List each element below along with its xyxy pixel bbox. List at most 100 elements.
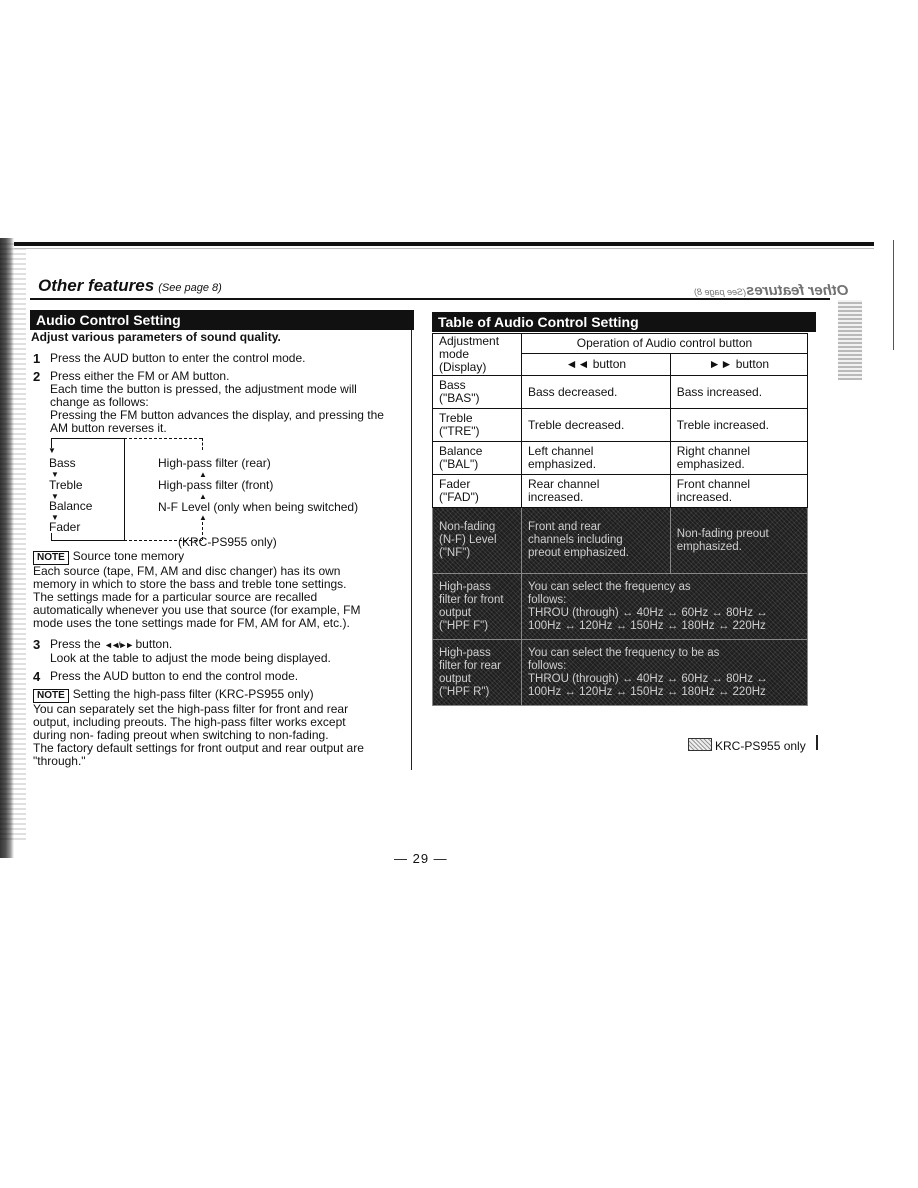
cell-text: Treble decreased. [528, 417, 625, 432]
step-number: 1 [33, 351, 41, 366]
table-row-krc-only: High-pass filter for rear output ("HPF R") … [432, 639, 808, 706]
cell-text: Bass decreased. [528, 384, 618, 399]
next-cell: Non-fading preout emphasized. [669, 507, 809, 574]
flow-item-balance: Balance [49, 499, 93, 513]
note-text: mode uses the tone settings made for FM,… [33, 616, 350, 630]
arrow-down-icon: ▼ [48, 446, 56, 455]
cell-text: follows: [528, 659, 567, 672]
cell-text: emphasized. [676, 540, 742, 553]
flow-item-treble: Treble [49, 478, 83, 492]
table-row-krc-only: Non-fading (N-F) Level ("NF") Front and re… [432, 507, 809, 574]
note-badge: NOTE [33, 551, 69, 565]
note-title: Setting the high-pass filter (KRC-PS955 … [72, 687, 314, 701]
step-number: 3 [33, 637, 41, 652]
cell-text: follows: [528, 593, 567, 606]
prev-cell: Front and rear channels including preout e… [521, 507, 671, 574]
page-number: — 29 — [394, 851, 448, 866]
flow-item-hpf-front: High-pass filter (front) [158, 478, 274, 492]
margin-rule [893, 240, 894, 350]
cell-text: ("TRE") [439, 424, 480, 438]
cell-text: High-pass [439, 646, 491, 659]
cell-text: Front and rear [528, 521, 601, 533]
cell-text: filter for rear [439, 659, 501, 672]
step-text: Look at the table to adjust the mode bei… [50, 651, 331, 665]
table-row: Balance ("BAL") Left channel emphasized. R… [432, 441, 809, 475]
mode-cell: High-pass filter for rear output ("HPF R") [432, 639, 522, 706]
cell-text: (Display) [439, 360, 487, 374]
flow-note: (KRC-PS955 only) [178, 535, 277, 549]
cell-text: filter for front [439, 593, 504, 606]
cell-text: Non-fading preout [676, 527, 769, 540]
mode-flow-diagram: ▼ Bass ▼ Treble ▼ Balance ▼ Fader High-p… [48, 438, 408, 549]
arrow-up-icon: ▲ [199, 513, 207, 522]
mode-cell: Non-fading (N-F) Level ("NF") [432, 507, 522, 574]
note-high-pass-filter: NOTE Setting the high-pass filter (KRC-PS… [33, 688, 403, 768]
cell-text: output [439, 606, 471, 619]
table-row: Bass ("BAS") Bass decreased. Bass increas… [432, 375, 809, 409]
cell-text: You can select the frequency to be as [528, 646, 720, 659]
step-text: Press the AUD button to enter the contro… [50, 351, 306, 365]
prev-cell: Left channel emphasized. [521, 441, 671, 475]
cell-text: emphasized. [528, 457, 597, 471]
cell-text: THROU (through) ↔ 40Hz ↔ 60Hz ↔ 80Hz ↔ [528, 672, 768, 685]
table-row: Fader ("FAD") Rear channel increased. Fron… [432, 474, 809, 508]
header-next-button: ►► button [669, 353, 809, 376]
cell-text: ("BAL") [439, 457, 479, 471]
cell-text: (N-F) Level [439, 534, 497, 546]
step-text: AM button reverses it. [50, 421, 167, 435]
next-cell: Front channel increased. [669, 474, 809, 508]
cell-text: Bass increased. [676, 384, 763, 399]
note-title: Source tone memory [72, 549, 185, 563]
legend: KRC-PS955 only [688, 738, 806, 753]
intro-text: Adjust various parameters of sound quali… [31, 330, 281, 344]
mode-cell: Balance ("BAL") [432, 441, 522, 475]
scan-noise [838, 300, 862, 380]
cell-text: channels including [528, 534, 623, 546]
top-rule [14, 242, 874, 246]
next-cell: Right channel emphasized. [669, 441, 809, 475]
column-right-rule [816, 735, 818, 750]
note-text: "through." [33, 754, 86, 768]
cell-text: emphasized. [676, 457, 745, 471]
mode-cell: Treble ("TRE") [432, 408, 522, 442]
prev-cell: Rear channel increased. [521, 474, 671, 508]
cell-text: increased. [676, 490, 733, 504]
flow-item-bass: Bass [49, 456, 76, 470]
prev-next-icon: ◄◄/►► [104, 640, 134, 650]
note-text: The factory default settings for front o… [33, 741, 364, 755]
prev-cell: Treble decreased. [521, 408, 671, 442]
right-section-title: Table of Audio Control Setting [432, 312, 816, 332]
section-header-title: Other features [38, 276, 155, 295]
table-row-krc-only: High-pass filter for front output ("HPF F")… [432, 573, 808, 640]
cell-text: 100Hz ↔ 120Hz ↔ 150Hz ↔ 180Hz ↔ 220Hz [528, 685, 766, 698]
bleed-through-header: Other features(See page 8) [694, 282, 849, 299]
next-cell: Bass increased. [669, 375, 809, 409]
cell-text: Non-fading [439, 521, 496, 533]
next-cell: Treble increased. [669, 408, 809, 442]
binding-texture [0, 240, 26, 840]
note-badge: NOTE [33, 689, 69, 703]
cell-text: ("BAS") [439, 391, 480, 405]
cell-text: 100Hz ↔ 120Hz ↔ 150Hz ↔ 180Hz ↔ 220Hz [528, 619, 766, 632]
step-text: Press the AUD button to end the control … [50, 669, 299, 683]
mode-cell: High-pass filter for front output ("HPF F") [432, 573, 522, 640]
header-operation: Operation of Audio control button [521, 332, 808, 355]
step-number: 2 [33, 369, 41, 384]
flow-item-hpf-rear: High-pass filter (rear) [158, 456, 271, 470]
mode-cell: Bass ("BAS") [432, 375, 522, 409]
table-row: Treble ("TRE") Treble decreased. Treble i… [432, 408, 809, 442]
cell-text: ("HPF R") [439, 685, 490, 698]
cell-text: ("FAD") [439, 490, 479, 504]
left-section-title: Audio Control Setting [30, 310, 414, 330]
section-header: Other features (See page 8) [38, 276, 222, 296]
cell-text: High-pass [439, 580, 491, 593]
cell-text: You can select the frequency as [528, 580, 691, 593]
prev-cell: Bass decreased. [521, 375, 671, 409]
step-number: 4 [33, 669, 41, 684]
cell-text: ("NF") [439, 547, 471, 559]
audio-control-table: Adjustment mode (Display) Operation of A… [432, 332, 809, 706]
header-adjustment-mode: Adjustment mode (Display) [432, 333, 522, 376]
shaded-swatch-icon [688, 738, 712, 751]
note-source-tone-memory: NOTE Source tone memory Each source (tape… [33, 550, 403, 630]
top-rule-thin [14, 248, 874, 249]
